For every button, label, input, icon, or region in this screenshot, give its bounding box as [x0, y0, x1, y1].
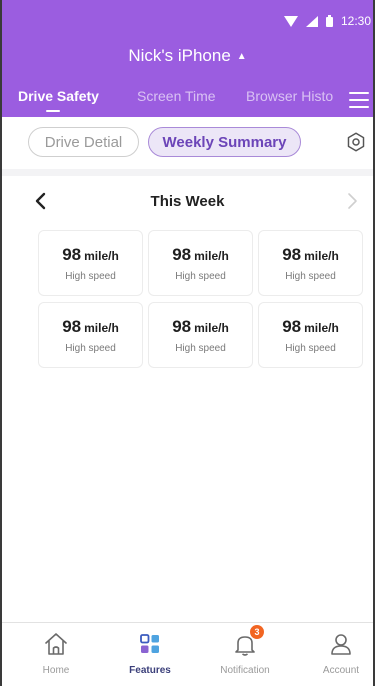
stat-value: 98	[62, 244, 82, 264]
stat-value: 98	[172, 316, 192, 336]
home-icon	[45, 633, 67, 655]
status-bar: 12:30	[283, 14, 371, 28]
nav-account[interactable]: Account	[306, 631, 373, 676]
stat-value: 98	[62, 316, 82, 336]
account-icon	[331, 634, 351, 655]
hamburger-menu-icon[interactable]	[345, 86, 373, 114]
nav-home[interactable]: Home	[21, 631, 91, 676]
stat-label: High speed	[285, 342, 336, 354]
tab-drive-safety[interactable]: Drive Safety	[18, 88, 99, 104]
feature-tabs: Drive Safety Screen Time Browser Histo	[2, 88, 373, 117]
stat-value: 98	[282, 316, 302, 336]
device-name: Nick's iPhone	[128, 46, 231, 65]
features-icon	[140, 634, 159, 653]
stat-card[interactable]: 98 mile/h High speed	[258, 230, 363, 296]
stat-value: 98	[282, 244, 302, 264]
stats-grid: 98 mile/h High speed 98 mile/h High speed …	[38, 230, 363, 368]
week-navigator: This Week	[2, 176, 373, 226]
wifi-icon	[283, 15, 298, 27]
stat-unit: mile/h	[304, 248, 339, 263]
next-week-icon[interactable]	[345, 192, 359, 210]
app-screen: 12:30 Nick's iPhone ▲ Drive Safety Screen…	[0, 0, 375, 686]
nav-notification-label: Notification	[220, 665, 270, 676]
stat-card[interactable]: 98 mile/h High speed	[148, 302, 253, 368]
stat-card[interactable]: 98 mile/h High speed	[38, 302, 143, 368]
bottom-nav: Home Features 3 Notification Account	[2, 622, 373, 686]
tab-screen-time[interactable]: Screen Time	[137, 88, 216, 104]
summary-switch: Drive Detial Weekly Summary	[2, 117, 373, 169]
drive-detail-pill[interactable]: Drive Detial	[28, 127, 139, 157]
weekly-summary-pill[interactable]: Weekly Summary	[148, 127, 301, 157]
nav-home-label: Home	[42, 665, 70, 676]
week-title: This Week	[150, 193, 225, 210]
stat-card[interactable]: 98 mile/h High speed	[258, 302, 363, 368]
signal-icon	[305, 15, 318, 27]
device-selector[interactable]: Nick's iPhone ▲	[2, 46, 373, 66]
nav-features-label: Features	[129, 665, 171, 676]
stat-label: High speed	[175, 342, 226, 354]
active-tab-indicator	[46, 110, 60, 112]
settings-gear-icon[interactable]	[345, 131, 367, 153]
nav-account-label: Account	[322, 665, 360, 676]
stat-unit: mile/h	[84, 248, 119, 263]
stat-label: High speed	[285, 270, 336, 282]
stat-value: 98	[172, 244, 192, 264]
stat-label: High speed	[65, 342, 116, 354]
stat-label: High speed	[175, 270, 226, 282]
stat-label: High speed	[65, 270, 116, 282]
status-time: 12:30	[340, 14, 371, 28]
caret-up-icon: ▲	[236, 51, 247, 62]
nav-features[interactable]: Features	[115, 631, 185, 676]
stat-card[interactable]: 98 mile/h High speed	[38, 230, 143, 296]
section-divider	[2, 169, 373, 176]
stat-card[interactable]: 98 mile/h High speed	[148, 230, 253, 296]
nav-notification[interactable]: 3 Notification	[210, 625, 280, 676]
app-header: 12:30 Nick's iPhone ▲ Drive Safety Screen…	[2, 0, 373, 117]
stat-unit: mile/h	[304, 320, 339, 335]
tab-browser-history[interactable]: Browser Histo	[246, 88, 333, 104]
stat-unit: mile/h	[194, 248, 229, 263]
notification-badge: 3	[250, 625, 264, 639]
stat-unit: mile/h	[84, 320, 119, 335]
battery-icon	[325, 15, 333, 27]
stat-unit: mile/h	[194, 320, 229, 335]
